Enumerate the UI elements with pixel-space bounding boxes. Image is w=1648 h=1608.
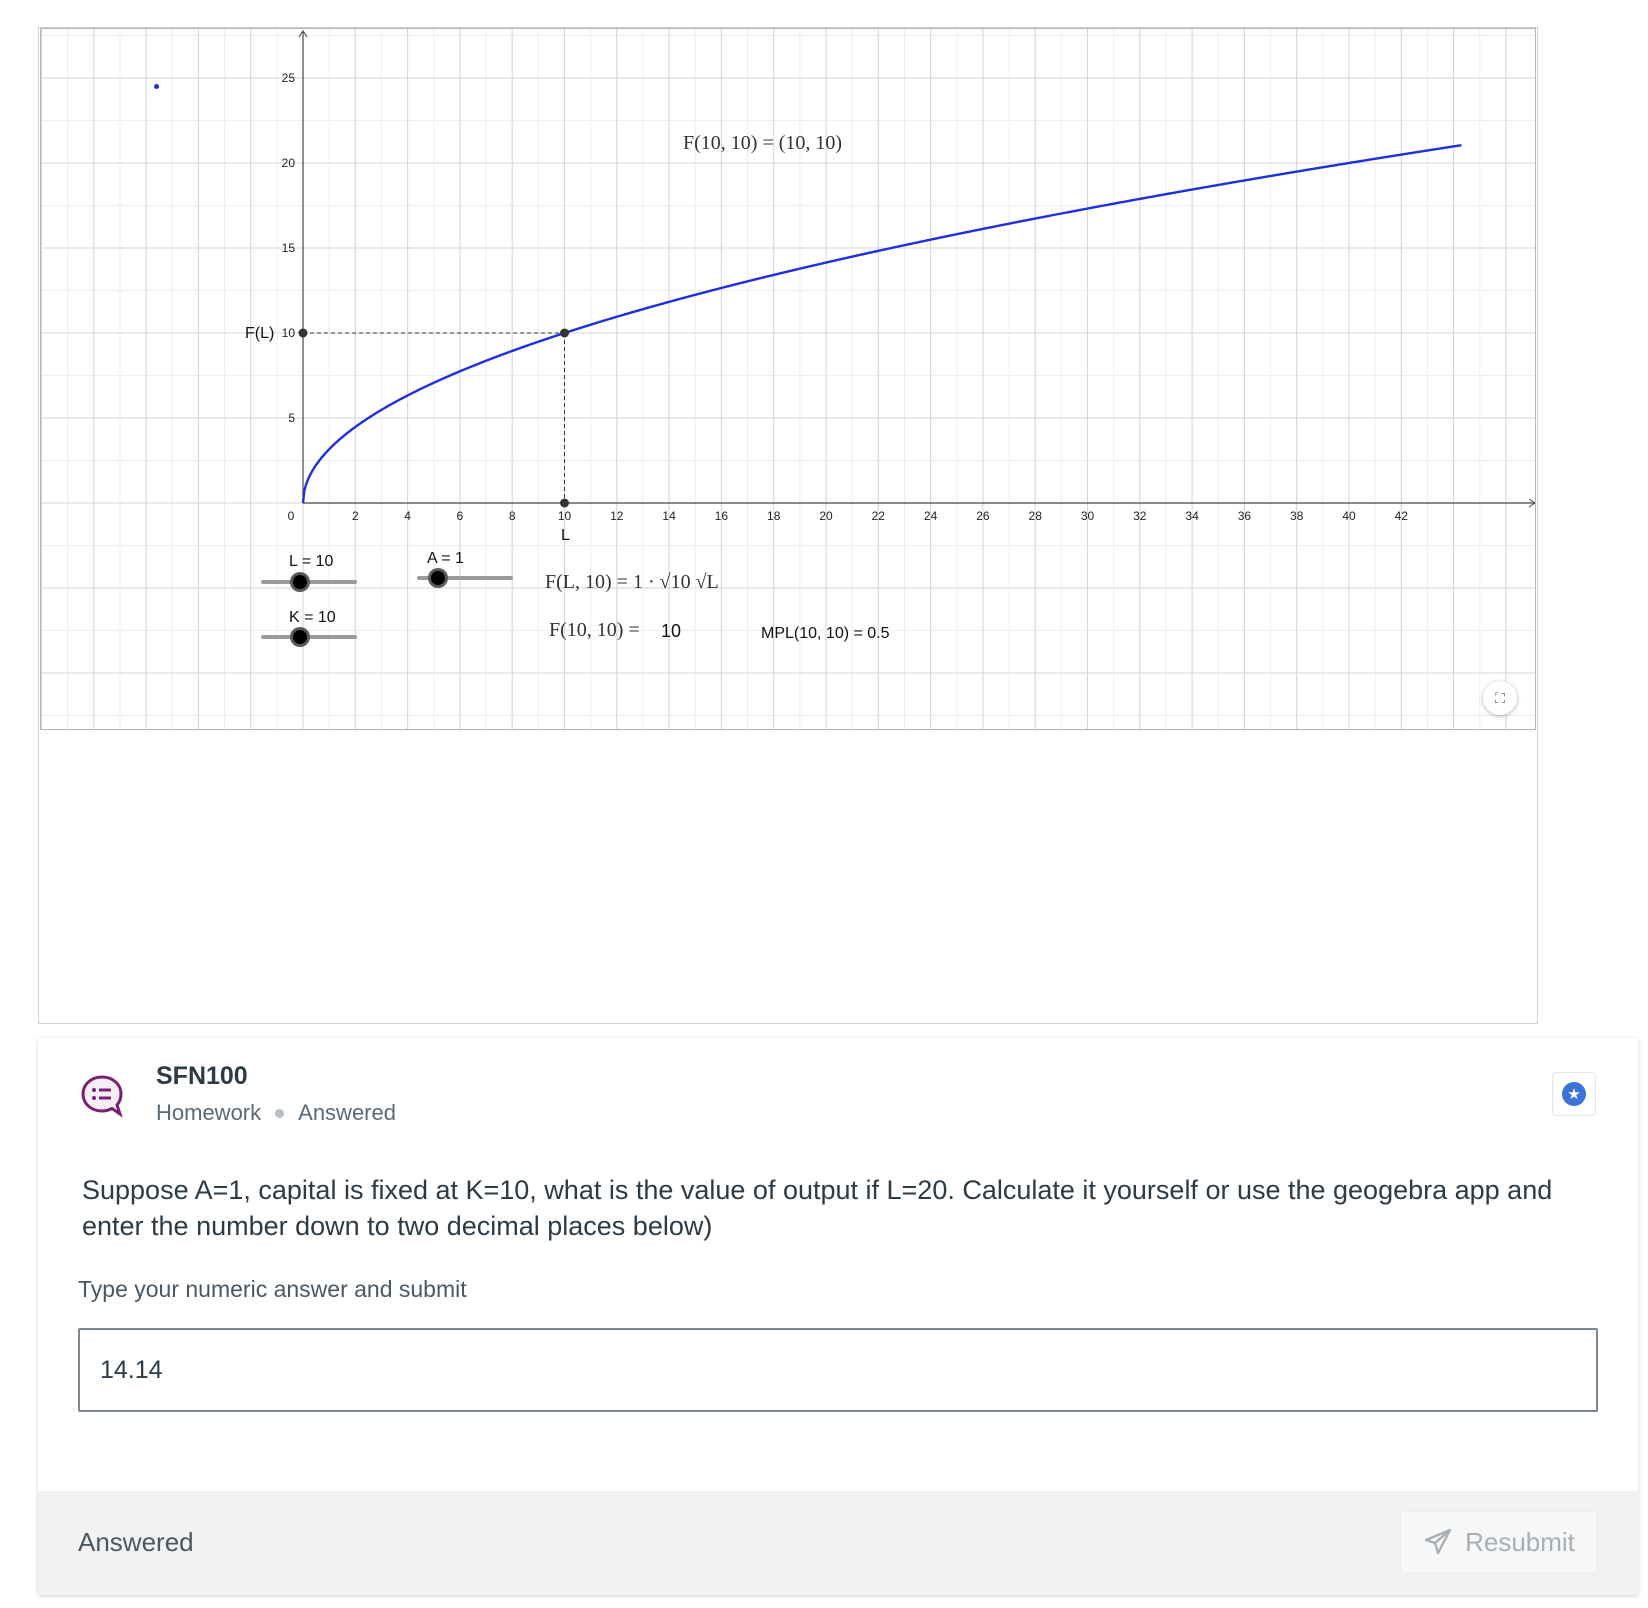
x-tick-label: 24 [924, 509, 938, 523]
production-curve [301, 144, 1462, 504]
meta-separator [275, 1108, 285, 1118]
x-tick-label: 40 [1342, 509, 1356, 523]
star-button[interactable]: ★ [1552, 1072, 1596, 1116]
slider-K-track[interactable] [261, 635, 357, 639]
y-tick-label: 15 [282, 241, 296, 255]
assignment-meta: Homework Answered [156, 1100, 396, 1126]
x-tick-label: 4 [404, 509, 411, 523]
value-number: 10 [661, 621, 682, 641]
expand-icon: ⛶ [1495, 689, 1505, 706]
slider-L-knob[interactable] [293, 575, 307, 589]
point-y-axis [298, 328, 308, 338]
geogebra-applet[interactable]: 0 2 4 6 8 10 12 14 16 18 20 22 24 26 28 30 32 34 36 38 40 42 5… [40, 28, 1536, 730]
assignment-title: SFN100 [156, 1062, 248, 1090]
stray-point [154, 84, 160, 89]
x-axis-label: L [561, 527, 570, 544]
star-icon: ★ [1562, 1082, 1586, 1106]
x-tick-label: 36 [1238, 509, 1252, 523]
x-tick-label: 0 [288, 509, 295, 523]
value-label: F(10, 10) = [549, 619, 640, 641]
card-footer: Answered Resubmit [38, 1491, 1638, 1595]
question-text: Suppose A=1, capital is fixed at K=10, w… [82, 1175, 1553, 1241]
x-tick-label: 16 [715, 509, 729, 523]
point-x-axis [560, 498, 569, 508]
send-icon [1424, 1528, 1452, 1555]
y-tick-label: 5 [288, 411, 295, 425]
slider-A-label: A = 1 [427, 550, 464, 567]
slider-L-label: L = 10 [289, 553, 334, 570]
assignment-status: Answered [298, 1100, 396, 1125]
x-tick-label: 18 [767, 509, 781, 523]
y-tick-label: 10 [282, 326, 296, 340]
question-card: SFN100 Homework Answered ★ Suppose A=1, … [38, 1038, 1638, 1595]
resubmit-button[interactable]: Resubmit [1400, 1511, 1598, 1573]
x-tick-label: 38 [1290, 509, 1304, 523]
slider-L-track[interactable] [261, 580, 357, 584]
x-tick-label: 8 [509, 509, 516, 523]
x-tick-label: 12 [610, 509, 624, 523]
x-tick-label: 14 [662, 509, 676, 523]
x-tick-label: 20 [819, 509, 833, 523]
assignment-type: Homework [156, 1100, 262, 1125]
x-tick-label: 28 [1029, 509, 1043, 523]
fullscreen-button[interactable]: ⛶ [1483, 681, 1517, 715]
answer-label: Type your numeric answer and submit [78, 1276, 467, 1302]
x-tick-label: 22 [872, 509, 886, 523]
x-tick-label: 6 [457, 509, 464, 523]
point-label: F(10, 10) = (10, 10) [683, 132, 843, 154]
y-axis-label: F(L) [245, 325, 275, 342]
x-tick-label: 34 [1185, 509, 1199, 523]
x-tick-label: 10 [558, 509, 572, 523]
slider-K-knob[interactable] [293, 630, 307, 644]
question-chat-icon [80, 1074, 124, 1118]
slider-A-knob[interactable] [431, 571, 445, 585]
y-tick-label: 25 [282, 71, 296, 85]
slider-K-label: K = 10 [289, 609, 336, 626]
formula-label: F(L, 10) = 1 · √10 √L [545, 571, 719, 593]
x-tick-label: 26 [976, 509, 990, 523]
numeric-answer-input[interactable] [78, 1328, 1598, 1412]
resubmit-label: Resubmit [1465, 1526, 1575, 1557]
point-F [560, 328, 569, 338]
x-tick-label: 2 [352, 509, 359, 523]
y-tick-label: 20 [282, 156, 296, 170]
x-tick-label: 30 [1081, 509, 1095, 523]
x-tick-label: 42 [1395, 509, 1409, 523]
x-tick-label: 32 [1133, 509, 1147, 523]
mpl-label: MPL(10, 10) = 0.5 [761, 625, 890, 642]
footer-status: Answered [78, 1527, 194, 1557]
